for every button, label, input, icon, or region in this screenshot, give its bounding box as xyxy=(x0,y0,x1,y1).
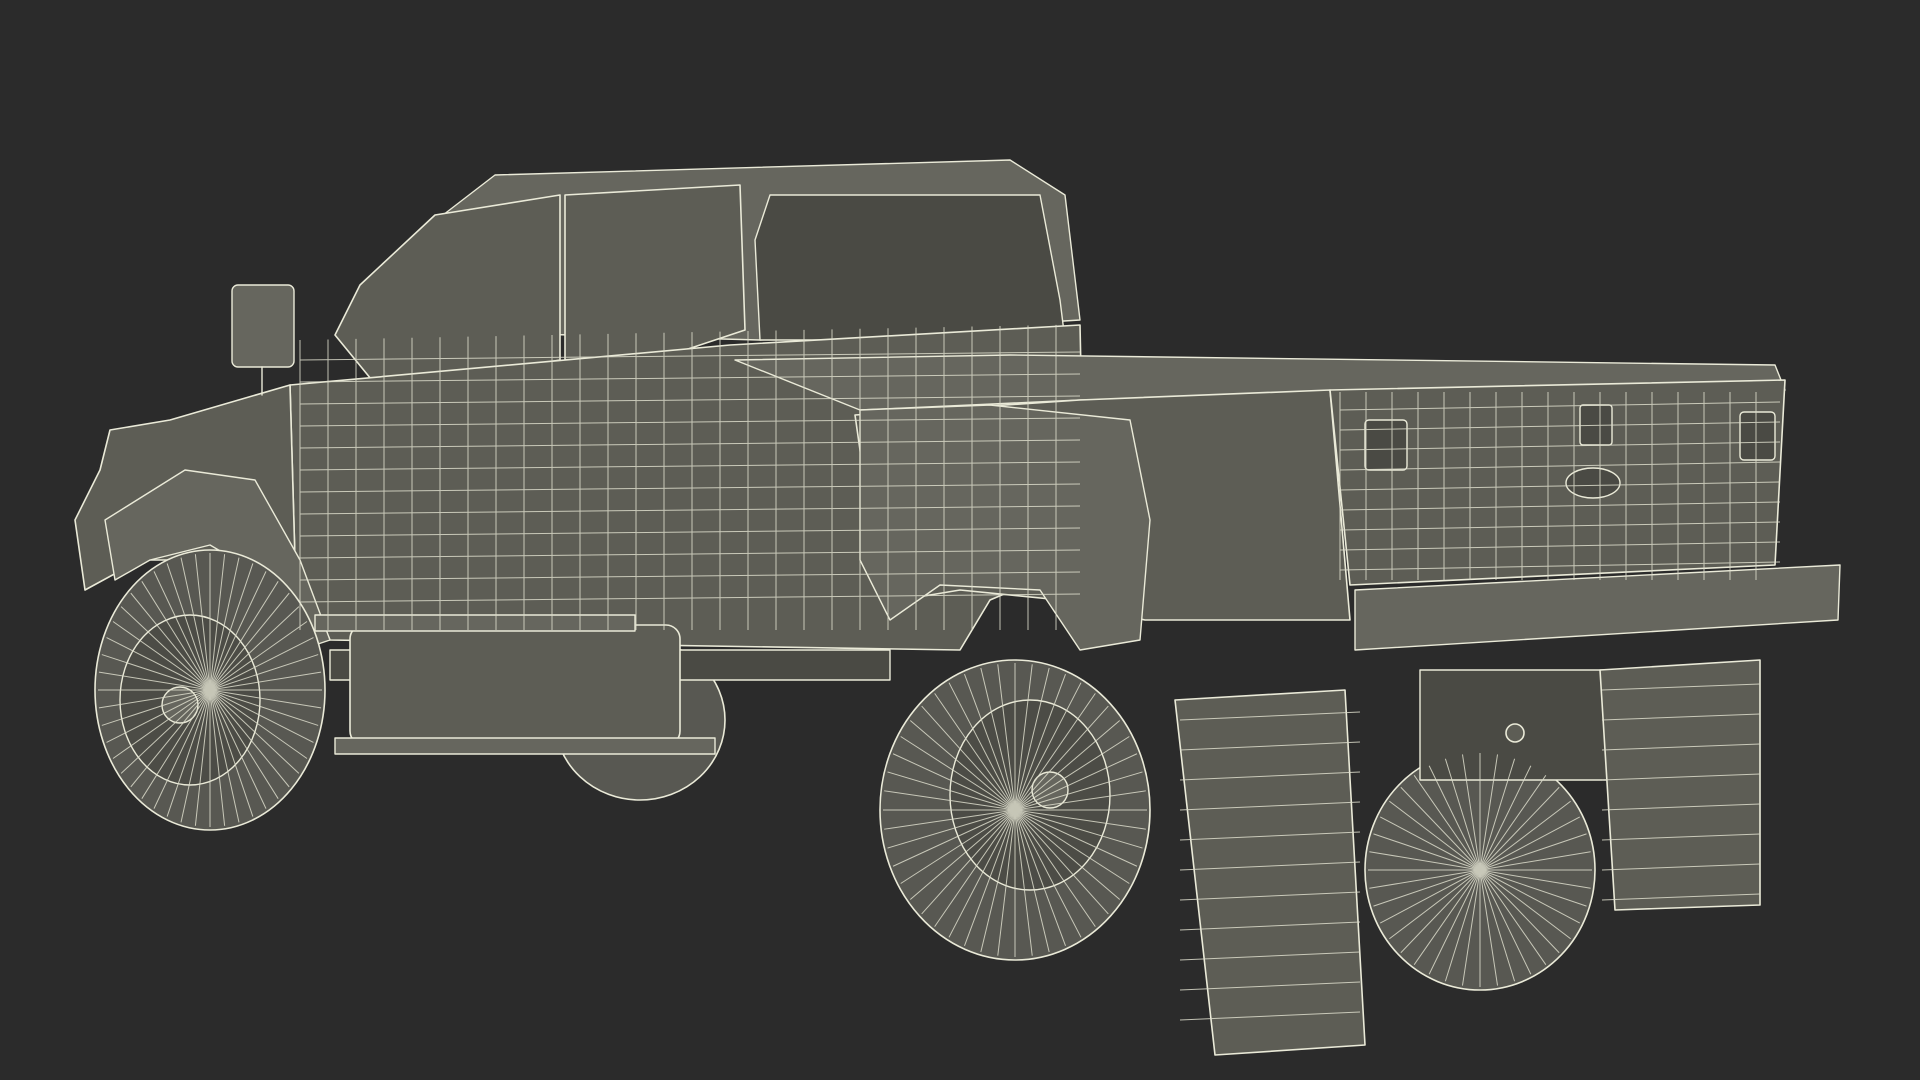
truck-wireframe-render xyxy=(74,159,1841,1056)
render-viewport xyxy=(0,0,1920,1080)
rear-side-window xyxy=(564,184,746,361)
rear-bumper xyxy=(1354,564,1841,781)
tailgate xyxy=(1329,379,1786,586)
mud-flap-left xyxy=(1174,689,1366,1056)
taillight-right xyxy=(1739,411,1776,461)
mud-flap-right xyxy=(1599,659,1761,911)
step-bottom xyxy=(334,737,716,755)
trailer-hitch-ball xyxy=(1505,723,1525,743)
fuel-tank xyxy=(349,624,681,746)
front-side-window xyxy=(334,194,561,391)
side-mirror xyxy=(231,284,295,368)
step-top xyxy=(314,614,636,632)
taillight-left xyxy=(1364,419,1408,471)
